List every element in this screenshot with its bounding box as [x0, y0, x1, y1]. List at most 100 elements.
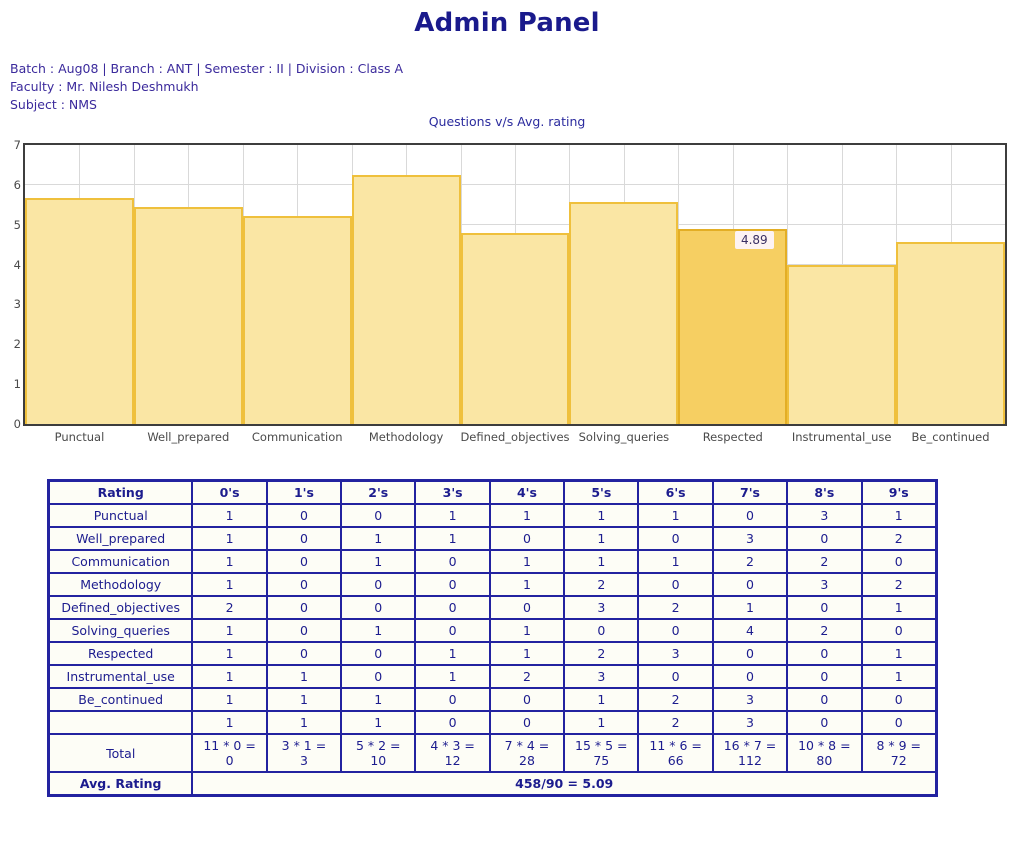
table-cell: 0	[564, 619, 639, 642]
chart-bar[interactable]	[242, 215, 352, 424]
chart-x-tick-label: Methodology	[368, 430, 444, 444]
chart-y-axis: 0 1 2 3 4 5 6 7	[0, 138, 21, 431]
table-col-header: 8's	[787, 481, 862, 504]
table-cell: 0	[266, 527, 342, 550]
table-cell: 3	[712, 688, 788, 711]
table-cell: 0	[341, 504, 416, 527]
table-cell: 1	[341, 619, 416, 642]
page-title: Admin Panel	[414, 8, 600, 38]
chart-bar[interactable]	[569, 202, 679, 424]
table-cell: 0	[489, 596, 565, 619]
chart-bar[interactable]	[460, 233, 570, 424]
table-cell: 1	[341, 711, 416, 734]
table-cell: 1	[415, 527, 490, 550]
chart-bar[interactable]	[25, 198, 134, 424]
table-row-label: Solving_queries	[49, 619, 193, 642]
chart-plot-area: 4.89	[23, 143, 1007, 426]
chart-value-tooltip: 4.89	[734, 231, 774, 250]
table-cell: 1	[564, 550, 639, 573]
table-cell: 1	[415, 665, 490, 688]
table-cell: 1	[489, 573, 565, 596]
table-cell: 1	[489, 550, 565, 573]
table-cell: 1	[192, 504, 267, 527]
table-cell: 1	[638, 550, 713, 573]
chart-bar[interactable]	[787, 264, 897, 424]
table-row-label: Instrumental_use	[49, 665, 193, 688]
table-cell: 0	[266, 573, 342, 596]
chart-y-tick-label: 4	[13, 257, 21, 272]
table-total-cell: 8 * 9 = 72	[861, 734, 936, 772]
table-cell: 1	[192, 711, 267, 734]
table-row-label: Defined_objectives	[49, 596, 193, 619]
chart-x-tick-label: Defined_objectives	[460, 430, 570, 444]
table-cell: 0	[266, 550, 342, 573]
table-cell: 3	[638, 642, 713, 665]
table-row-label: Be_continued	[49, 688, 193, 711]
table-total-cell: 10 * 8 = 80	[787, 734, 862, 772]
table-cell: 0	[415, 573, 490, 596]
chart-title: Questions v/s Avg. rating	[428, 114, 586, 129]
chart-y-tick-label: 7	[13, 138, 21, 152]
table-col-header: 1's	[266, 481, 342, 504]
table-cell: 0	[341, 642, 416, 665]
table-cell: 0	[266, 642, 342, 665]
table-body: Punctual 1 0 0 1 1 1 1 0 3 1 Well_prepared 1 0 1 1 0 1 0 3 0…	[49, 504, 936, 795]
table-cell: 2	[489, 665, 565, 688]
table-col-header: 5's	[564, 481, 639, 504]
chart-x-tick-label: Punctual	[54, 430, 105, 444]
table-cell: 0	[341, 596, 416, 619]
chart-y-tick-label: 0	[13, 417, 21, 431]
table-col-header-rating: Rating	[49, 481, 193, 504]
table-avg-label: Avg. Rating	[49, 772, 193, 795]
table-row: Well_prepared 1 0 1 1 0 1 0 3 0 2	[49, 527, 936, 550]
table-row-label: Communication	[49, 550, 193, 573]
bar-chart: 0 1 2 3 4 5 6 7 4.89 Punctual Well_prepared Commu…	[0, 138, 1014, 450]
table-cell: 1	[341, 527, 416, 550]
table-row-label: Respected	[49, 642, 193, 665]
chart-x-tick-label: Respected	[702, 430, 763, 444]
table-cell: 1	[712, 596, 788, 619]
table-col-header: 9's	[861, 481, 936, 504]
table-cell: 1	[266, 688, 342, 711]
table-row: 1110012300	[49, 711, 936, 734]
table-cell: 1	[192, 550, 267, 573]
chart-bar[interactable]	[678, 229, 788, 424]
table-cell: 1	[564, 527, 639, 550]
chart-bar[interactable]	[896, 242, 1005, 424]
table-row-label: Methodology	[49, 573, 193, 596]
table-cell: 2	[861, 573, 936, 596]
table-cell: 2	[564, 642, 639, 665]
table-cell: 3	[787, 573, 862, 596]
table-cell: 1	[638, 504, 713, 527]
table-avg-value: 458/90 = 5.09	[192, 772, 936, 795]
table-cell: 3	[564, 665, 639, 688]
table-cell: 1	[266, 711, 342, 734]
table-cell: 1	[489, 619, 565, 642]
table-cell: 0	[341, 665, 416, 688]
table-cell: 0	[415, 596, 490, 619]
table-cell: 0	[638, 619, 713, 642]
table-cell: 1	[489, 642, 565, 665]
table-total-cell: 15 * 5 = 75	[564, 734, 639, 772]
table-cell: 2	[638, 688, 713, 711]
table-cell: 1	[341, 688, 416, 711]
meta-line-batch: Batch : Aug08 | Branch : ANT | Semester …	[10, 61, 404, 76]
chart-bar[interactable]	[133, 207, 243, 424]
chart-x-tick-label: Instrumental_use	[791, 430, 892, 444]
chart-y-tick-label: 2	[13, 337, 21, 352]
table-avg-row: Avg. Rating 458/90 = 5.09	[49, 772, 936, 795]
table-cell: 0	[489, 527, 565, 550]
table-cell: 0	[712, 504, 788, 527]
table-cell: 1	[861, 665, 936, 688]
table-cell: 0	[415, 619, 490, 642]
chart-x-axis-labels: Punctual Well_prepared Communication Method…	[23, 430, 1007, 450]
table-cell: 3	[712, 711, 788, 734]
table-cell: 0	[415, 711, 490, 734]
table-cell: 2	[564, 573, 639, 596]
table-cell: 0	[787, 688, 862, 711]
table-row-label	[49, 711, 193, 734]
table-total-cell: 16 * 7 = 112	[712, 734, 788, 772]
table-cell: 0	[638, 527, 713, 550]
chart-bar[interactable]	[351, 174, 461, 424]
table-row: Defined_objectives 2 0 0 0 0 3 2 1 0 1	[49, 596, 936, 619]
